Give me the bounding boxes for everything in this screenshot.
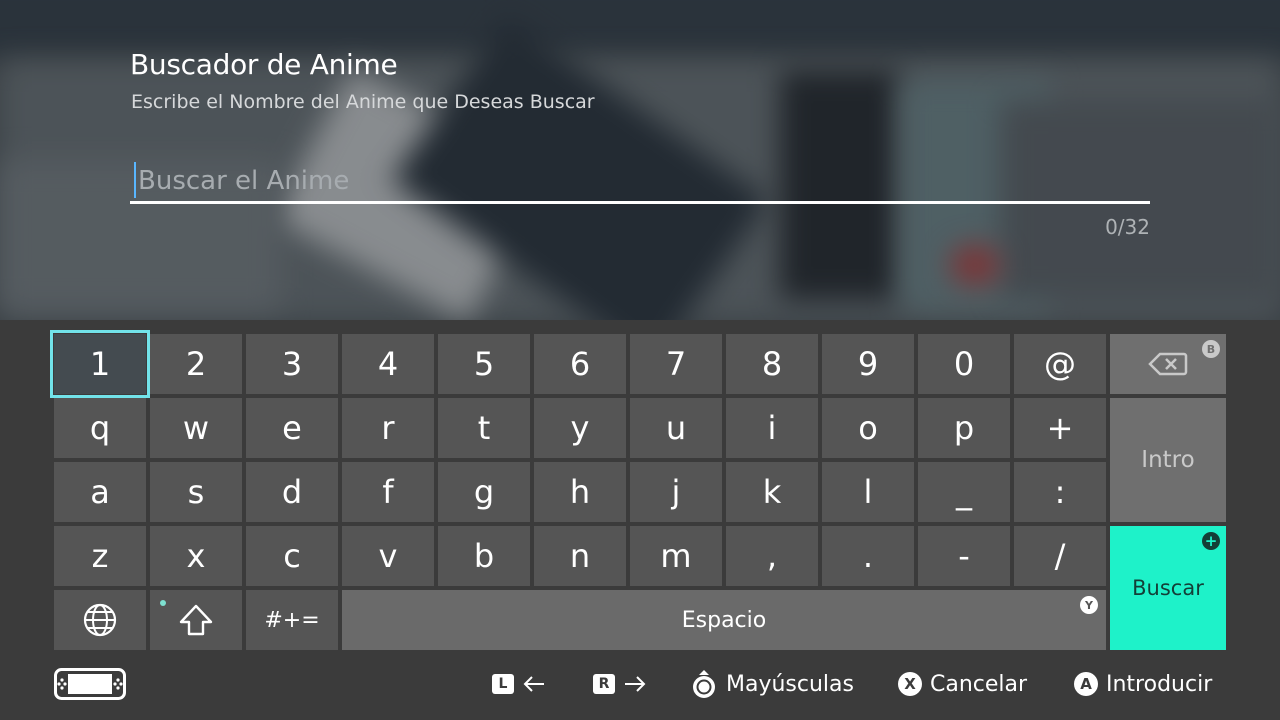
y-button-badge: Y — [1080, 596, 1098, 614]
key-row4-9[interactable]: - — [918, 526, 1010, 586]
key-row1-5[interactable]: 6 — [534, 334, 626, 394]
hint-confirm[interactable]: A Introducir — [1074, 669, 1212, 699]
console-icon — [54, 668, 126, 700]
left-arrow-icon — [523, 676, 544, 692]
search-input[interactable] — [136, 160, 1130, 202]
right-arrow-icon — [625, 676, 646, 692]
space-key[interactable]: Espacio Y — [342, 590, 1106, 650]
a-button-icon: A — [1074, 672, 1098, 696]
key-row4-8[interactable]: . — [822, 526, 914, 586]
hint-cursor-left: L — [492, 669, 546, 699]
key-row3-5[interactable]: h — [534, 462, 626, 522]
backspace-icon — [1148, 352, 1188, 376]
key-row2-9[interactable]: p — [918, 398, 1010, 458]
hint-cursor-right: R — [593, 669, 647, 699]
key-row2-0[interactable]: q — [54, 398, 146, 458]
key-row4-10[interactable]: / — [1014, 526, 1106, 586]
shift-hint-label: Mayúsculas — [726, 671, 854, 697]
key-row4-6[interactable]: m — [630, 526, 722, 586]
search-field[interactable] — [130, 160, 1150, 204]
shift-indicator-dot — [160, 600, 166, 606]
symbols-key-label: #+= — [264, 607, 320, 633]
key-row3-0[interactable]: a — [54, 462, 146, 522]
submit-search-label: Buscar — [1132, 576, 1204, 600]
symbols-key[interactable]: #+= — [246, 590, 338, 650]
key-row4-2[interactable]: c — [246, 526, 338, 586]
character-counter: 0/32 — [1105, 215, 1150, 239]
globe-icon — [83, 603, 117, 637]
key-row2-7[interactable]: i — [726, 398, 818, 458]
enter-key[interactable]: Intro — [1110, 398, 1226, 522]
hint-shift: Mayúsculas — [690, 669, 854, 699]
key-row4-3[interactable]: v — [342, 526, 434, 586]
b-button-badge: B — [1202, 340, 1220, 358]
key-row3-1[interactable]: s — [150, 462, 242, 522]
shift-arrow-icon — [179, 604, 213, 636]
key-row4-0[interactable]: z — [54, 526, 146, 586]
key-row1-1[interactable]: 2 — [150, 334, 242, 394]
hint-cancel[interactable]: X Cancelar — [898, 669, 1027, 699]
key-row2-2[interactable]: e — [246, 398, 338, 458]
language-key[interactable] — [54, 590, 146, 650]
key-row3-8[interactable]: l — [822, 462, 914, 522]
key-row1-3[interactable]: 4 — [342, 334, 434, 394]
key-row2-8[interactable]: o — [822, 398, 914, 458]
key-row4-7[interactable]: , — [726, 526, 818, 586]
key-row1-7[interactable]: 8 — [726, 334, 818, 394]
key-row1-0[interactable]: 1 — [50, 330, 150, 398]
key-row1-9[interactable]: 0 — [918, 334, 1010, 394]
plus-button-badge: + — [1202, 532, 1220, 550]
key-row2-4[interactable]: t — [438, 398, 530, 458]
key-row4-5[interactable]: n — [534, 526, 626, 586]
key-row1-6[interactable]: 7 — [630, 334, 722, 394]
key-row3-3[interactable]: f — [342, 462, 434, 522]
space-key-label: Espacio — [681, 607, 767, 633]
page-subtitle: Escribe el Nombre del Anime que Deseas B… — [131, 91, 595, 113]
cancel-hint-label: Cancelar — [930, 671, 1028, 697]
key-row2-5[interactable]: y — [534, 398, 626, 458]
backspace-key[interactable]: B — [1110, 334, 1226, 394]
key-row3-2[interactable]: d — [246, 462, 338, 522]
page-title: Buscador de Anime — [130, 48, 398, 81]
key-row3-4[interactable]: g — [438, 462, 530, 522]
key-row3-10[interactable]: : — [1014, 462, 1106, 522]
key-row1-2[interactable]: 3 — [246, 334, 338, 394]
controls-footer: L R Mayúsculas X Cancelar A Introducir — [0, 650, 1280, 720]
key-row3-6[interactable]: j — [630, 462, 722, 522]
shift-key[interactable] — [150, 590, 242, 650]
key-row1-8[interactable]: 9 — [822, 334, 914, 394]
key-row2-6[interactable]: u — [630, 398, 722, 458]
key-row2-1[interactable]: w — [150, 398, 242, 458]
r-button-icon: R — [593, 674, 615, 694]
key-row2-3[interactable]: r — [342, 398, 434, 458]
enter-key-label: Intro — [1141, 447, 1195, 473]
l-button-icon: L — [492, 674, 514, 694]
key-row3-7[interactable]: k — [726, 462, 818, 522]
x-button-icon: X — [898, 672, 922, 696]
confirm-hint-label: Introducir — [1106, 671, 1213, 697]
stick-press-icon — [693, 670, 715, 698]
key-row4-1[interactable]: x — [150, 526, 242, 586]
key-row1-10[interactable]: @ — [1014, 334, 1106, 394]
key-row4-4[interactable]: b — [438, 526, 530, 586]
key-row2-10[interactable]: + — [1014, 398, 1106, 458]
key-row3-9[interactable]: _ — [918, 462, 1010, 522]
submit-search-key[interactable]: Buscar + — [1110, 526, 1226, 650]
key-row1-4[interactable]: 5 — [438, 334, 530, 394]
